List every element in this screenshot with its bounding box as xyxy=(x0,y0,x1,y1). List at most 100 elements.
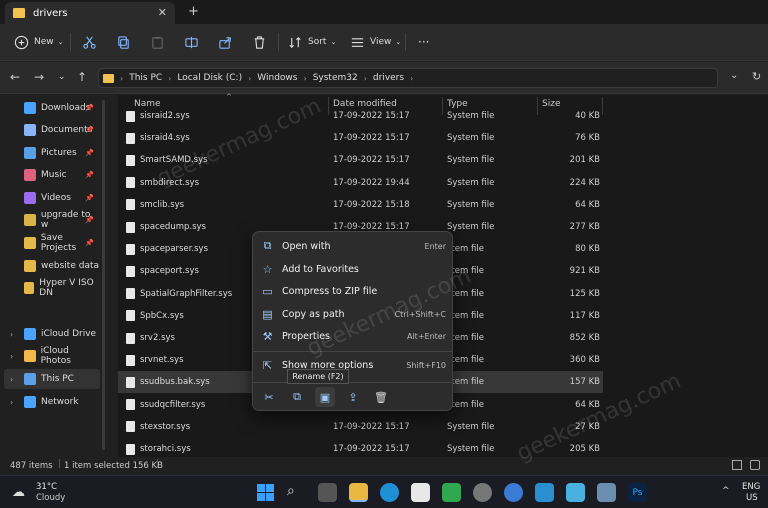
share-button[interactable] xyxy=(218,32,233,52)
system-file-icon xyxy=(126,288,135,300)
file-name: ssudbus.bak.sys xyxy=(140,377,210,388)
sidebar-item-upgrade[interactable]: upgrade to w 📌 xyxy=(4,210,100,230)
weather-widget[interactable]: ☁ 31°C Cloudy xyxy=(10,482,90,504)
delete-button[interactable] xyxy=(252,32,267,52)
menu-item-open-with[interactable]: ⧉ Open with Enter xyxy=(261,235,446,257)
videos-icon xyxy=(24,192,36,204)
details-view-icon[interactable] xyxy=(732,460,742,470)
sidebar-item-videos[interactable]: Videos 📌 xyxy=(4,188,100,208)
refresh-icon[interactable]: ↻ xyxy=(752,70,761,83)
sidebar-item-hyper-v[interactable]: Hyper V ISO DN xyxy=(4,278,100,298)
sidebar-item-website-data[interactable]: website data xyxy=(4,256,100,276)
breadcrumb-this-pc[interactable]: This PC xyxy=(129,73,162,83)
rename-button[interactable] xyxy=(184,32,199,52)
language-indicator[interactable]: ENG xyxy=(742,482,760,492)
address-bar[interactable]: › This PC › Local Disk (C:) › Windows › Sys… xyxy=(98,68,718,88)
camtasia-icon[interactable] xyxy=(442,483,461,502)
sort-button[interactable]: Sort ⌄ xyxy=(288,32,336,52)
breadcrumb-system32[interactable]: System32 xyxy=(313,73,358,83)
trash-icon: 🗑 xyxy=(374,390,388,404)
system-file-icon xyxy=(126,421,135,433)
taskbar: ☁ 31°C Cloudy ⌕ Ps ^ ENG US xyxy=(0,475,768,508)
computer-icon xyxy=(24,373,36,385)
table-row[interactable]: smclib.sys 17-09-2022 15:18 System file 64 … xyxy=(118,194,603,216)
back-arrow-icon[interactable]: ← xyxy=(10,70,20,84)
image-editor-icon[interactable] xyxy=(535,483,554,502)
start-button[interactable] xyxy=(256,483,275,502)
view-label: View xyxy=(370,37,392,47)
table-row[interactable]: sisraid2.sys 17-09-2022 15:17 System file 4… xyxy=(118,105,603,127)
sidebar-item-documents[interactable]: Documents 📌 xyxy=(4,120,100,140)
file-size: 40 KB xyxy=(575,111,600,121)
sidebar-item-icloud-photos[interactable]: › iCloud Photos xyxy=(4,346,100,366)
menu-shortcut: Alt+Enter xyxy=(406,331,446,341)
edge-browser-icon[interactable] xyxy=(380,483,399,502)
breadcrumb-local-disk[interactable]: Local Disk (C:) xyxy=(177,73,242,83)
file-date: 17-09-2022 15:17 xyxy=(333,155,410,166)
sidebar-item-network[interactable]: › Network xyxy=(4,392,100,412)
store-icon[interactable] xyxy=(411,483,430,502)
file-name: srvnet.sys xyxy=(140,355,184,366)
task-view-icon[interactable] xyxy=(318,483,337,502)
breadcrumb-drivers[interactable]: drivers xyxy=(373,73,404,83)
file-size: 76 KB xyxy=(575,133,600,144)
table-row[interactable]: sisraid4.sys 17-09-2022 15:17 System file 7… xyxy=(118,127,603,149)
more-options-button[interactable]: ··· xyxy=(418,32,429,52)
paste-button[interactable] xyxy=(150,32,165,52)
sidebar-item-music[interactable]: Music 📌 xyxy=(4,165,100,185)
new-button[interactable]: New ⌄ xyxy=(14,32,64,52)
file-type: System file xyxy=(447,421,495,432)
browser-icon[interactable] xyxy=(504,483,523,502)
navigation-pane: Downloads 📌 Documents 📌 Pictures 📌 Music 📌 V… xyxy=(0,95,108,457)
sidebar-item-pictures[interactable]: Pictures 📌 xyxy=(4,143,100,163)
icloud-photos-icon xyxy=(24,350,36,362)
file-explorer-taskbar-icon[interactable] xyxy=(349,483,368,502)
menu-rename-button[interactable]: ▣ xyxy=(315,387,335,407)
menu-item-add-to-favorites[interactable]: ☆ Add to Favorites xyxy=(261,258,446,280)
sidebar-scrollbar[interactable] xyxy=(102,100,105,450)
system-file-icon xyxy=(126,154,135,166)
sidebar-item-downloads[interactable]: Downloads 📌 xyxy=(4,98,100,118)
close-tab-icon[interactable]: ✕ xyxy=(158,6,167,19)
toolbar-divider xyxy=(70,33,71,51)
file-size: 921 KB xyxy=(569,266,600,277)
menu-share-button[interactable]: ⇪ xyxy=(343,387,363,407)
search-icon[interactable]: ⌕ xyxy=(287,483,306,502)
cut-button[interactable] xyxy=(82,32,97,52)
settings-gear-icon[interactable] xyxy=(473,483,492,502)
menu-item-label: Compress to ZIP file xyxy=(282,285,378,297)
weather-temp: 31°C xyxy=(36,482,58,492)
file-size: 117 KB xyxy=(569,310,600,321)
menu-cut-button[interactable]: ✂ xyxy=(259,387,279,407)
file-name: SpatialGraphFilter.sys xyxy=(140,288,233,299)
folder-icon xyxy=(103,73,114,83)
tray-chevron-icon[interactable]: ^ xyxy=(722,486,730,496)
breadcrumb-windows[interactable]: Windows xyxy=(257,73,297,83)
sidebar-item-icloud-drive[interactable]: › iCloud Drive xyxy=(4,324,100,344)
file-type: System file xyxy=(447,133,495,144)
sidebar-item-save-projects[interactable]: Save Projects 📌 xyxy=(4,233,100,253)
new-label: New xyxy=(34,37,54,47)
copy-path-icon: ▤ xyxy=(262,307,273,321)
menu-delete-button[interactable]: 🗑 xyxy=(371,387,391,407)
file-size: 277 KB xyxy=(569,222,600,232)
chevron-right-icon: › xyxy=(10,374,14,384)
recent-chevron-icon[interactable]: ⌄ xyxy=(58,72,66,82)
view-button[interactable]: View ⌄ xyxy=(350,32,401,52)
tab-drivers[interactable]: drivers ✕ xyxy=(5,2,175,24)
sidebar-item-this-pc[interactable]: › This PC xyxy=(4,369,100,389)
menu-copy-button[interactable]: ⧉ xyxy=(287,387,307,407)
up-arrow-icon[interactable]: ↑ xyxy=(77,70,87,84)
chevron-right-icon: › xyxy=(120,73,124,83)
address-dropdown-icon[interactable]: ⌄ xyxy=(730,70,738,81)
windows-logo-icon xyxy=(257,484,274,501)
remote-desktop-icon[interactable] xyxy=(597,483,616,502)
new-tab-button[interactable]: + xyxy=(188,4,199,19)
open-with-icon: ⧉ xyxy=(263,239,272,252)
pin-icon: 📌 xyxy=(85,171,94,179)
photoshop-icon[interactable]: Ps xyxy=(628,483,647,502)
copy-button[interactable] xyxy=(116,32,131,52)
app-cube-icon[interactable] xyxy=(566,483,585,502)
forward-arrow-icon[interactable]: → xyxy=(34,70,44,84)
tiles-view-icon[interactable] xyxy=(750,460,760,470)
